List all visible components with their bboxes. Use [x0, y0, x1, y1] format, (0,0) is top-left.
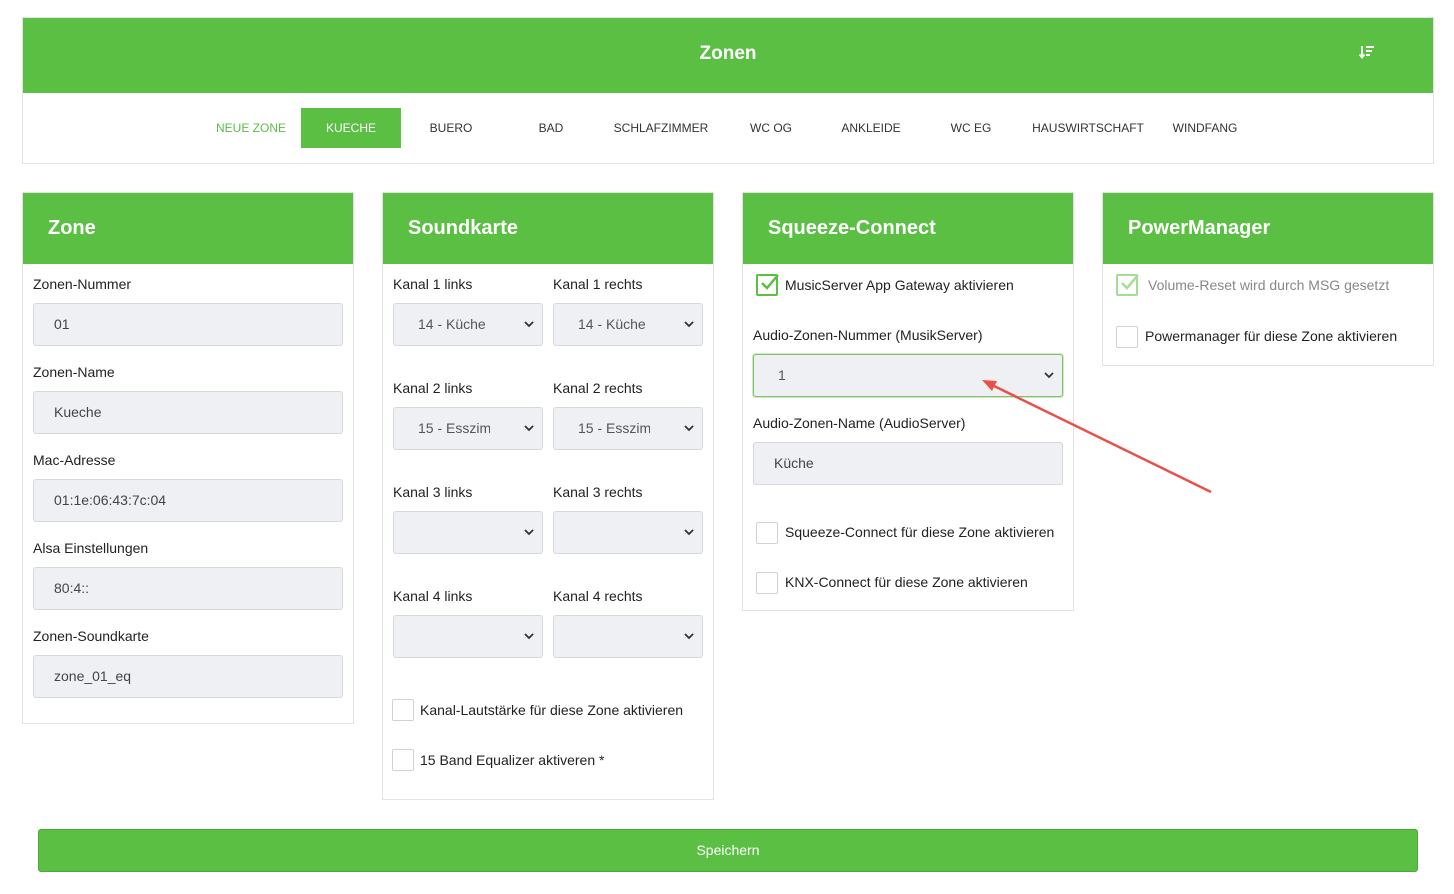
- mac-address-label: Mac-Adresse: [33, 452, 116, 468]
- channel-2-left-select[interactable]: 15 - Esszimme: [393, 407, 543, 450]
- save-button[interactable]: Speichern: [38, 829, 1418, 872]
- zone-soundcard-field[interactable]: zone_01_eq: [33, 655, 343, 698]
- soundcard-card-title: Soundkarte: [383, 193, 713, 264]
- tab-hauswirtschaft[interactable]: HAUSWIRTSCHAFT: [1021, 108, 1155, 148]
- channel-2-right-value: 15 - Esszimme: [578, 420, 650, 436]
- knx-connect-checkbox[interactable]: [756, 572, 778, 594]
- channel-3-left-label: Kanal 3 links: [393, 484, 473, 500]
- chevron-down-icon: [684, 321, 694, 328]
- channel-4-right-label: Kanal 4 rechts: [553, 588, 643, 604]
- gateway-checkbox[interactable]: [756, 274, 779, 296]
- powermanager-card-title: PowerManager: [1103, 193, 1433, 264]
- channel-4-left-label: Kanal 4 links: [393, 588, 473, 604]
- chevron-down-icon: [524, 425, 534, 432]
- channel-1-right-label: Kanal 1 rechts: [553, 276, 643, 292]
- knx-connect-label: KNX-Connect für diese Zone aktivieren: [785, 574, 1028, 590]
- chevron-down-icon: [684, 633, 694, 640]
- squeeze-connect-card: Squeeze-Connect MusicServer App Gateway …: [742, 192, 1074, 611]
- volume-reset-label: Volume-Reset wird durch MSG gesetzt: [1148, 277, 1390, 293]
- channel-volume-checkbox[interactable]: [392, 699, 414, 721]
- zone-card-title: Zone: [23, 193, 353, 264]
- equalizer-label: 15 Band Equalizer aktiveren *: [420, 752, 605, 768]
- header-bar: Zonen: [23, 18, 1433, 93]
- chevron-down-icon: [524, 633, 534, 640]
- channel-3-right-select[interactable]: [553, 511, 703, 554]
- audio-zone-name-label: Audio-Zonen-Name (AudioServer): [753, 415, 966, 431]
- zone-number-field[interactable]: 01: [33, 303, 343, 346]
- tab-bad[interactable]: BAD: [501, 108, 601, 148]
- tab-windfang[interactable]: WINDFANG: [1155, 108, 1255, 148]
- alsa-settings-label: Alsa Einstellungen: [33, 540, 149, 556]
- channel-1-right-select[interactable]: 14 - Küche do: [553, 303, 703, 346]
- channel-4-right-select[interactable]: [553, 615, 703, 658]
- channel-1-left-select[interactable]: 14 - Küche do: [393, 303, 543, 346]
- channel-1-left-value: 14 - Küche do: [418, 316, 490, 332]
- channel-2-left-label: Kanal 2 links: [393, 380, 473, 396]
- zone-number-label: Zonen-Nummer: [33, 276, 132, 292]
- channel-1-right-value: 14 - Küche do: [578, 316, 650, 332]
- tab-kueche[interactable]: KUECHE: [301, 108, 401, 148]
- check-icon: [761, 274, 779, 290]
- tab-wc-og[interactable]: WC OG: [721, 108, 821, 148]
- channel-volume-label: Kanal-Lautstärke für diese Zone aktivier…: [420, 702, 684, 718]
- channel-3-left-select[interactable]: [393, 511, 543, 554]
- zone-card: Zone Zonen-Nummer 01 Zonen-Name Kueche M…: [22, 192, 354, 724]
- channel-2-right-select[interactable]: 15 - Esszimme: [553, 407, 703, 450]
- channel-4-left-select[interactable]: [393, 615, 543, 658]
- squeeze-connect-card-title: Squeeze-Connect: [743, 193, 1073, 264]
- mac-address-field[interactable]: 01:1e:06:43:7c:04: [33, 479, 343, 522]
- chevron-down-icon: [684, 425, 694, 432]
- zone-soundcard-label: Zonen-Soundkarte: [33, 628, 149, 644]
- audio-zone-number-select[interactable]: 1: [753, 354, 1063, 397]
- volume-reset-checkbox: [1116, 274, 1139, 296]
- tab-schlafzimmer[interactable]: SCHLAFZIMMER: [601, 108, 721, 148]
- audio-zone-name-field[interactable]: Küche: [753, 442, 1063, 485]
- zone-tabs: NEUE ZONE KUECHE BUERO BAD SCHLAFZIMMER …: [23, 108, 1433, 148]
- chevron-down-icon: [524, 321, 534, 328]
- powermanager-card: PowerManager Volume-Reset wird durch MSG…: [1102, 192, 1434, 366]
- soundcard-card: Soundkarte Kanal 1 links Kanal 1 rechts …: [382, 192, 714, 800]
- zone-name-field[interactable]: Kueche: [33, 391, 343, 434]
- squeeze-connect-checkbox[interactable]: [756, 522, 778, 544]
- channel-1-left-label: Kanal 1 links: [393, 276, 473, 292]
- chevron-down-icon: [1044, 372, 1054, 379]
- chevron-down-icon: [684, 529, 694, 536]
- powermanager-label: Powermanager für diese Zone aktivieren: [1145, 328, 1398, 344]
- audio-zone-number-label: Audio-Zonen-Nummer (MusikServer): [753, 327, 983, 343]
- channel-3-right-label: Kanal 3 rechts: [553, 484, 643, 500]
- audio-zone-number-value: 1: [778, 367, 786, 383]
- page-title: Zonen: [699, 43, 757, 64]
- channel-2-right-label: Kanal 2 rechts: [553, 380, 643, 396]
- squeeze-connect-label: Squeeze-Connect für diese Zone aktiviere…: [785, 524, 1055, 540]
- chevron-down-icon: [524, 529, 534, 536]
- alsa-settings-field[interactable]: 80:4::: [33, 567, 343, 610]
- tab-neue-zone[interactable]: NEUE ZONE: [209, 108, 293, 148]
- tab-wc-eg[interactable]: WC EG: [921, 108, 1021, 148]
- check-icon: [1121, 274, 1139, 290]
- gateway-label: MusicServer App Gateway aktivieren: [785, 277, 1014, 293]
- zone-name-label: Zonen-Name: [33, 364, 115, 380]
- tab-buero[interactable]: BUERO: [401, 108, 501, 148]
- tab-ankleide[interactable]: ANKLEIDE: [821, 108, 921, 148]
- equalizer-checkbox[interactable]: [392, 749, 414, 771]
- channel-2-left-value: 15 - Esszimme: [418, 420, 490, 436]
- sort-desc-icon[interactable]: [1357, 42, 1377, 62]
- zones-header-card: Zonen NEUE ZONE KUECHE BUERO BAD SCHLAFZ…: [22, 17, 1434, 164]
- powermanager-checkbox[interactable]: [1116, 326, 1138, 348]
